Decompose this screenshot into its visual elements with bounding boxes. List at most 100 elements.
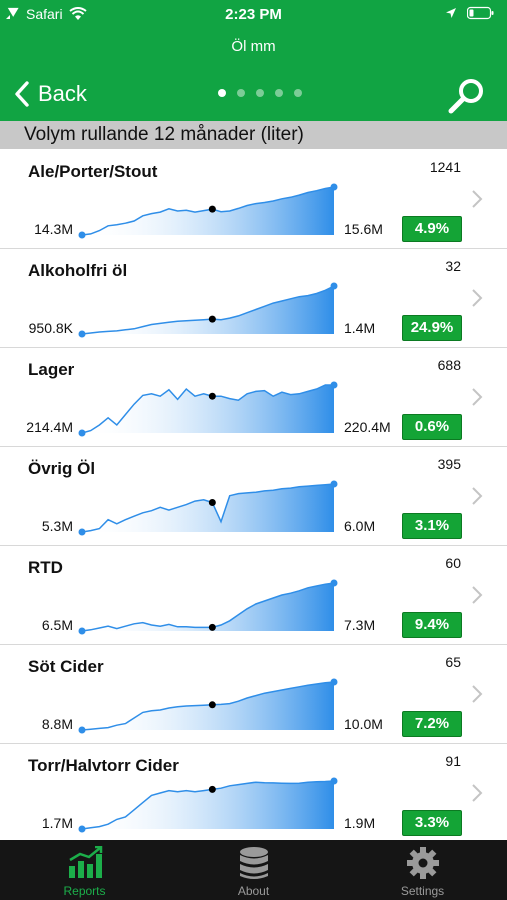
category-name: RTD	[28, 558, 63, 577]
page-dot[interactable]	[218, 89, 226, 97]
trend-max-label: 1.9M	[344, 815, 376, 831]
chevron-right-icon	[472, 586, 483, 604]
chevron-right-icon	[472, 487, 483, 505]
tab-label: About	[237, 884, 270, 898]
trend-min-label: 950.8K	[28, 320, 73, 336]
chevron-right-icon	[472, 289, 483, 307]
section-title: Volym rullande 12 månader (liter)	[24, 124, 304, 145]
trend-min-label: 8.8M	[41, 716, 73, 732]
category-row[interactable]: Lager 688 214.4M 220.4M 0.6%	[0, 347, 507, 447]
page-indicator[interactable]	[218, 89, 302, 97]
change-badge: 4.9%	[402, 216, 462, 242]
change-badge: 3.1%	[402, 513, 462, 539]
trend-sparkline	[78, 480, 338, 536]
trend-min-label: 14.3M	[34, 221, 73, 237]
gear-icon	[407, 847, 439, 879]
battery-icon	[467, 6, 494, 20]
tab-reports[interactable]: Reports	[0, 840, 169, 900]
trend-start-point	[78, 429, 86, 437]
trend-sparkline	[78, 678, 338, 734]
trend-marker-point	[208, 315, 216, 323]
trend-start-point	[78, 231, 86, 239]
page-dot[interactable]	[256, 89, 264, 97]
tab-bar: Reports About Settings	[0, 840, 507, 900]
change-badge: 7.2%	[402, 711, 462, 737]
trend-start-point	[78, 726, 86, 734]
change-badge: 0.6%	[402, 414, 462, 440]
search-icon	[448, 79, 483, 114]
status-time: 2:23 PM	[225, 6, 282, 23]
trend-marker-point	[208, 499, 216, 507]
tab-settings[interactable]: Settings	[338, 840, 507, 900]
trend-end-point	[330, 678, 338, 686]
location-arrow-icon	[446, 8, 456, 18]
trend-min-label: 5.3M	[41, 518, 73, 534]
category-count: 65	[445, 654, 461, 670]
trend-end-point	[330, 282, 338, 290]
chevron-right-icon	[472, 784, 483, 802]
trend-sparkline	[78, 777, 338, 833]
chevron-right-icon	[472, 685, 483, 703]
trend-start-point	[78, 330, 86, 338]
trend-sparkline	[78, 183, 338, 239]
nav-subtitle: Öl mm	[231, 38, 276, 55]
trend-start-point	[78, 825, 86, 833]
trend-max-label: 10.0M	[344, 716, 383, 732]
chevron-left-icon	[15, 81, 29, 107]
category-row[interactable]: Söt Cider 65 8.8M 10.0M 7.2%	[0, 644, 507, 744]
category-count: 91	[445, 753, 461, 769]
page-dot[interactable]	[275, 89, 283, 97]
navigation-bar: Öl mm Back	[0, 30, 507, 121]
search-button[interactable]	[447, 76, 487, 121]
trend-end-point	[330, 480, 338, 488]
category-row[interactable]: Torr/Halvtorr Cider 91 1.7M 1.9M 3.3%	[0, 743, 507, 843]
category-count: 32	[445, 258, 461, 274]
chart-icon	[69, 846, 103, 878]
trend-min-label: 214.4M	[26, 419, 73, 435]
back-button[interactable]: Back	[14, 80, 87, 108]
trend-max-label: 7.3M	[344, 617, 376, 633]
back-label: Back	[38, 81, 87, 106]
tab-label: Reports	[63, 884, 106, 898]
change-badge: 24.9%	[402, 315, 462, 341]
category-row[interactable]: RTD 60 6.5M 7.3M 9.4%	[0, 545, 507, 645]
category-row[interactable]: Övrig Öl 395 5.3M 6.0M 3.1%	[0, 446, 507, 546]
chevron-right-icon	[472, 388, 483, 406]
trend-area	[82, 781, 334, 829]
trend-marker-point	[208, 623, 216, 631]
page-dot[interactable]	[294, 89, 302, 97]
trend-sparkline	[78, 381, 338, 437]
trend-area	[82, 583, 334, 631]
trend-end-point	[330, 777, 338, 785]
section-header: Volym rullande 12 månader (liter)	[0, 121, 507, 149]
trend-marker-point	[208, 701, 216, 709]
trend-end-point	[330, 579, 338, 587]
change-badge: 9.4%	[402, 612, 462, 638]
trend-min-label: 6.5M	[41, 617, 73, 633]
trend-min-label: 1.7M	[41, 815, 73, 831]
category-name: Lager	[28, 360, 75, 379]
page-dot[interactable]	[237, 89, 245, 97]
status-bar: Safari 2:23 PM	[0, 0, 507, 30]
trend-area	[82, 286, 334, 334]
tab-about[interactable]: About	[169, 840, 338, 900]
trend-sparkline	[78, 579, 338, 635]
trend-start-point	[78, 627, 86, 635]
category-count: 688	[437, 357, 461, 373]
trend-max-label: 1.4M	[344, 320, 376, 336]
trend-marker-point	[208, 205, 216, 213]
trend-area	[82, 385, 334, 433]
category-row[interactable]: Alkoholfri öl 32 950.8K 1.4M 24.9%	[0, 248, 507, 348]
trend-start-point	[78, 528, 86, 536]
tab-label: Settings	[400, 884, 445, 898]
trend-max-label: 6.0M	[344, 518, 376, 534]
category-row[interactable]: Ale/Porter/Stout 1241 14.3M 15.6M 4.9%	[0, 149, 507, 249]
trend-area	[82, 484, 334, 532]
trend-marker-point	[208, 785, 216, 793]
category-count: 60	[445, 555, 461, 571]
trend-end-point	[330, 381, 338, 389]
category-count: 1241	[429, 159, 461, 175]
trend-max-label: 15.6M	[344, 221, 383, 237]
database-icon	[240, 847, 268, 879]
category-count: 395	[437, 456, 461, 472]
